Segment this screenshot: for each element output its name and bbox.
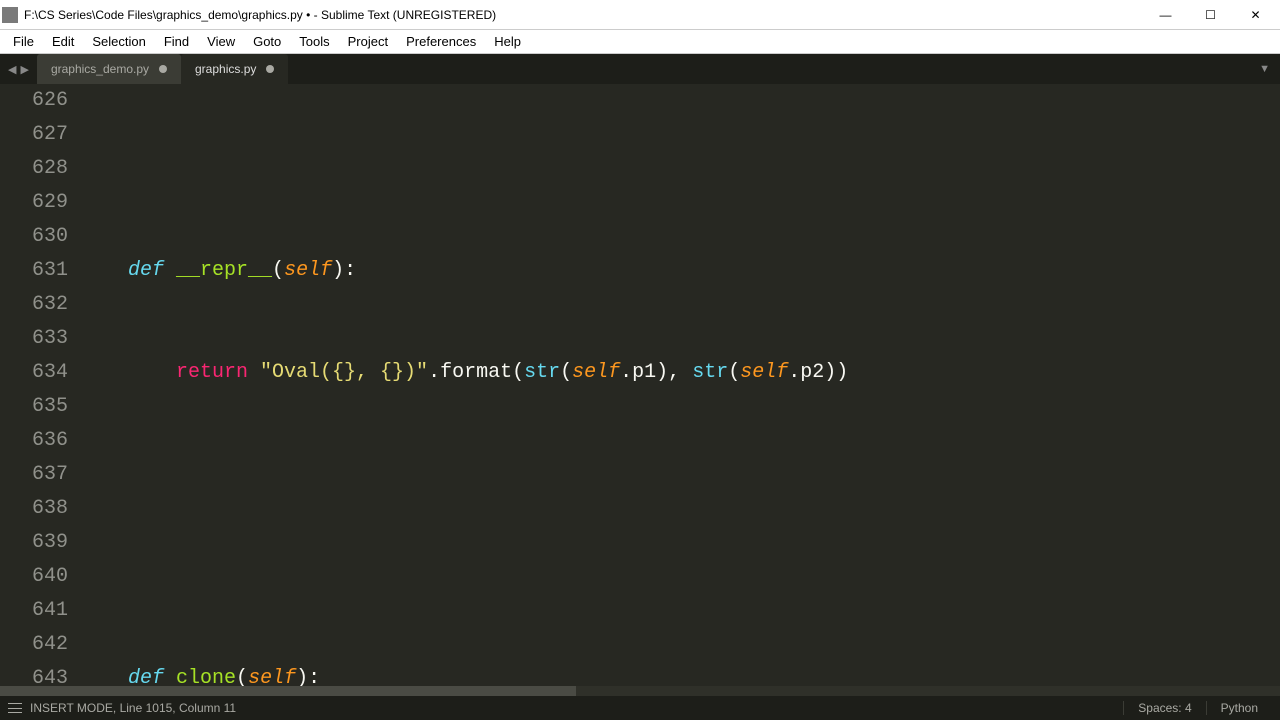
line-number: 633 — [0, 322, 68, 356]
status-position: INSERT MODE, Line 1015, Column 11 — [30, 701, 236, 715]
app-icon — [2, 7, 18, 23]
menu-goto[interactable]: Goto — [244, 32, 290, 51]
line-number: 630 — [0, 220, 68, 254]
maximize-button[interactable]: ☐ — [1188, 0, 1233, 30]
menu-edit[interactable]: Edit — [43, 32, 83, 51]
line-number: 626 — [0, 84, 68, 118]
menu-view[interactable]: View — [198, 32, 244, 51]
line-number: 629 — [0, 186, 68, 220]
line-number: 636 — [0, 424, 68, 458]
menu-find[interactable]: Find — [155, 32, 198, 51]
close-button[interactable]: ✕ — [1233, 0, 1278, 30]
line-number: 632 — [0, 288, 68, 322]
line-number: 643 — [0, 662, 68, 686]
dirty-indicator-icon — [159, 65, 167, 73]
line-number: 640 — [0, 560, 68, 594]
line-number: 639 — [0, 526, 68, 560]
line-number: 631 — [0, 254, 68, 288]
line-number: 628 — [0, 152, 68, 186]
window-controls: — ☐ ✕ — [1143, 0, 1278, 30]
dirty-indicator-icon — [266, 65, 274, 73]
tab-label: graphics.py — [195, 62, 256, 76]
editor-area[interactable]: 6266276286296306316326336346356366376386… — [0, 84, 1280, 686]
menu-preferences[interactable]: Preferences — [397, 32, 485, 51]
menu-help[interactable]: Help — [485, 32, 530, 51]
tab-row: ◀ ▶ graphics_demo.py graphics.py ▼ — [0, 54, 1280, 84]
line-number: 634 — [0, 356, 68, 390]
tab-nav-arrows[interactable]: ◀ ▶ — [0, 54, 37, 84]
chevron-left-icon[interactable]: ◀ — [8, 63, 16, 76]
tab-overflow-button[interactable]: ▼ — [1249, 54, 1280, 84]
status-bar: INSERT MODE, Line 1015, Column 11 Spaces… — [0, 696, 1280, 720]
tab-label: graphics_demo.py — [51, 62, 149, 76]
menu-project[interactable]: Project — [339, 32, 397, 51]
chevron-right-icon[interactable]: ▶ — [20, 63, 28, 76]
title-bar: F:\CS Series\Code Files\graphics_demo\gr… — [0, 0, 1280, 30]
menu-tools[interactable]: Tools — [290, 32, 338, 51]
line-number: 641 — [0, 594, 68, 628]
line-number: 635 — [0, 390, 68, 424]
menu-selection[interactable]: Selection — [83, 32, 154, 51]
horizontal-scrollbar[interactable] — [0, 686, 1280, 696]
line-number-gutter: 6266276286296306316326336346356366376386… — [0, 84, 80, 686]
code-content[interactable]: def __repr__(self): return "Oval({}, {})… — [80, 84, 1280, 686]
status-language[interactable]: Python — [1206, 701, 1272, 715]
menu-bar: File Edit Selection Find View Goto Tools… — [0, 30, 1280, 54]
window-title: F:\CS Series\Code Files\graphics_demo\gr… — [24, 8, 1143, 22]
scrollbar-thumb[interactable] — [0, 686, 576, 696]
tab-graphics[interactable]: graphics.py — [181, 54, 288, 84]
menu-file[interactable]: File — [4, 32, 43, 51]
status-spaces[interactable]: Spaces: 4 — [1123, 701, 1205, 715]
line-number: 637 — [0, 458, 68, 492]
line-number: 627 — [0, 118, 68, 152]
minimize-button[interactable]: — — [1143, 0, 1188, 30]
tab-graphics-demo[interactable]: graphics_demo.py — [37, 54, 181, 84]
line-number: 638 — [0, 492, 68, 526]
line-number: 642 — [0, 628, 68, 662]
menu-icon[interactable] — [8, 703, 22, 713]
